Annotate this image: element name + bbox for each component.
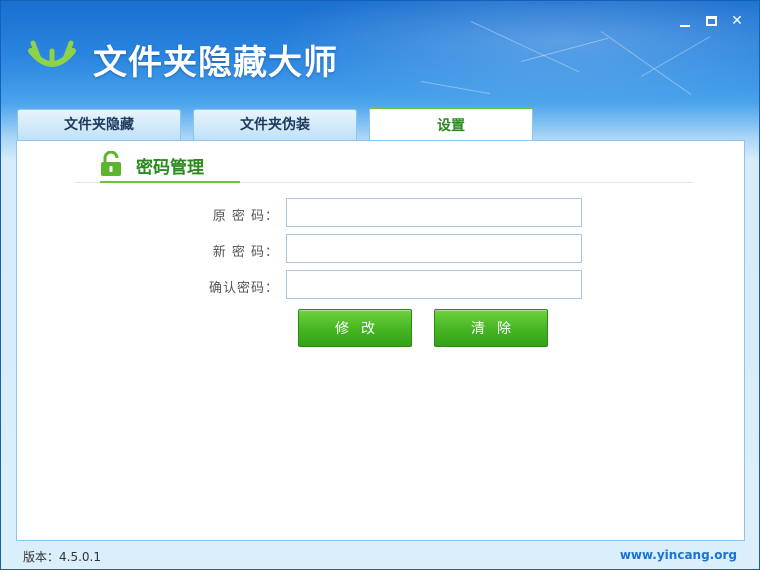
confirm-password-input[interactable] (286, 270, 582, 299)
maximize-button[interactable] (703, 13, 719, 29)
decor-streak (470, 21, 580, 73)
modify-button[interactable]: 修改 (298, 309, 412, 347)
decor-streak (640, 36, 711, 77)
minimize-button[interactable] (677, 13, 693, 29)
close-icon: ✕ (731, 13, 743, 29)
decor-streak (600, 31, 692, 96)
new-password-label: 新 密 码： (212, 245, 279, 260)
logo-eye-icon (28, 40, 76, 67)
old-password-input[interactable] (286, 198, 582, 227)
decor-streak (420, 81, 491, 95)
section-divider-accent (100, 181, 240, 183)
tab-folder-disguise[interactable]: 文件夹伪装 (193, 109, 357, 141)
settings-panel: 密码管理 原 密 码： 新 密 码： 确认密码： 修改 清除 (16, 140, 745, 541)
section-title: 密码管理 (136, 158, 204, 178)
lock-open-icon (101, 151, 121, 176)
window-controls: ✕ (677, 13, 745, 29)
clear-button[interactable]: 清除 (434, 309, 548, 347)
website-link[interactable]: www.yincang.org (620, 548, 737, 562)
tab-folder-hide[interactable]: 文件夹隐藏 (17, 109, 181, 141)
section-header: 密码管理 (100, 149, 240, 185)
version-label: 版本：4.5.0.1 (23, 550, 101, 564)
close-button[interactable]: ✕ (729, 13, 745, 29)
maximize-icon (705, 16, 717, 26)
minimize-icon (680, 25, 690, 27)
old-password-label: 原 密 码： (212, 209, 279, 224)
confirm-password-label: 确认密码： (208, 281, 279, 296)
app-title: 文件夹隐藏大师 (93, 43, 338, 83)
app-window: 文件夹隐藏大师 ✕ 文件夹隐藏 文件夹伪装 设置 密码管理 原 密 码： 新 密… (0, 0, 760, 570)
new-password-input[interactable] (286, 234, 582, 263)
tab-settings[interactable]: 设置 (369, 107, 533, 141)
